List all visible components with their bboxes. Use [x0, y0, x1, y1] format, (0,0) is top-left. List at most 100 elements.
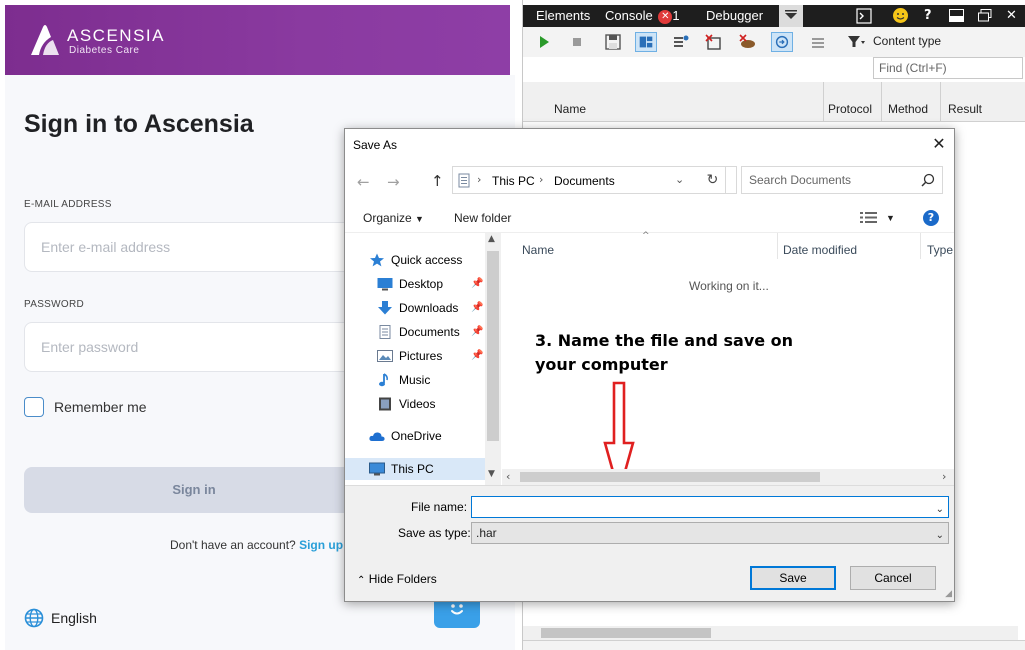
- sign-in-button[interactable]: Sign in: [24, 467, 364, 513]
- refresh-icon[interactable]: ↻: [700, 166, 726, 194]
- close-devtools-icon[interactable]: ✕: [1006, 8, 1017, 23]
- scrollbar-thumb[interactable]: [541, 628, 711, 638]
- tree-item-pictures[interactable]: Pictures 📌: [377, 345, 501, 367]
- tree-label: Videos: [399, 397, 436, 411]
- save-as-dialog: Save As ✕ ← → ↑ › This PC › Documents ⌄ …: [344, 128, 955, 602]
- save-as-type-value: .har: [476, 526, 497, 540]
- loading-status: Working on it...: [689, 279, 769, 293]
- tree-label: OneDrive: [391, 429, 442, 443]
- tree-item-this-pc[interactable]: This PC: [345, 458, 485, 480]
- download-icon: [378, 301, 392, 315]
- tree-item-documents[interactable]: Documents 📌: [377, 321, 501, 343]
- play-icon[interactable]: [533, 32, 555, 52]
- scroll-right-icon[interactable]: ›: [942, 470, 946, 483]
- new-folder-button[interactable]: New folder: [454, 211, 511, 225]
- file-list-horizontal-scrollbar[interactable]: ‹ ›: [502, 469, 954, 485]
- breadcrumb-this-pc[interactable]: This PC: [492, 174, 535, 188]
- navigation-pane-scrollbar[interactable]: ▲ ▼: [485, 233, 501, 485]
- remember-me-checkbox[interactable]: [24, 397, 44, 417]
- globe-icon[interactable]: [24, 608, 44, 628]
- scroll-down-icon[interactable]: ▼: [488, 469, 495, 479]
- col-date-modified[interactable]: Date modified: [783, 243, 857, 257]
- sign-up-link[interactable]: Sign up: [299, 538, 343, 552]
- clear-cookies-icon[interactable]: [806, 32, 828, 52]
- tab-console[interactable]: Console ✕ 1: [605, 8, 680, 24]
- find-input[interactable]: Find (Ctrl+F): [873, 57, 1023, 79]
- content-type-filter[interactable]: Content type: [873, 34, 941, 48]
- console-prompt-icon[interactable]: [856, 8, 872, 24]
- clear-cache-icon[interactable]: [737, 32, 759, 52]
- picture-icon: [377, 350, 393, 362]
- breadcrumb-documents[interactable]: Documents: [554, 174, 615, 188]
- tree-item-music[interactable]: Music: [377, 369, 501, 391]
- save-icon[interactable]: [602, 32, 624, 52]
- network-horizontal-scrollbar[interactable]: [523, 626, 1018, 640]
- brand-header: ASCENSIA Diabetes Care: [5, 5, 510, 75]
- help-icon[interactable]: ?: [923, 210, 939, 226]
- import-icon[interactable]: [635, 32, 657, 52]
- file-name-field[interactable]: ⌄: [471, 496, 949, 518]
- breadcrumb-separator-icon: ›: [477, 173, 482, 186]
- chevron-down-icon[interactable]: ⌄: [675, 173, 684, 186]
- language-selector[interactable]: English: [51, 610, 97, 626]
- scrollbar-thumb[interactable]: [487, 251, 499, 441]
- scrollbar-thumb[interactable]: [520, 472, 820, 482]
- file-list: Name ^ Date modified Type Working on it.…: [502, 231, 954, 498]
- dock-icon[interactable]: [949, 9, 964, 22]
- clear-entries-icon[interactable]: [669, 32, 691, 52]
- instruction-annotation: 3. Name the file and save on your comput…: [535, 331, 794, 374]
- scroll-left-icon[interactable]: ‹: [506, 470, 510, 483]
- help-icon[interactable]: ?: [924, 8, 932, 23]
- save-as-type-select[interactable]: .har ⌄: [471, 522, 949, 544]
- cancel-button[interactable]: Cancel: [850, 566, 936, 590]
- save-options-pane: File name: ⌄ Save as type: .har ⌄ ⌃ Hide…: [345, 485, 954, 601]
- view-options-icon[interactable]: [860, 211, 878, 224]
- always-refresh-icon[interactable]: [771, 32, 793, 52]
- address-bar[interactable]: › This PC › Documents ⌄: [452, 166, 737, 194]
- tree-item-videos[interactable]: Videos: [377, 393, 501, 415]
- tab-debugger[interactable]: Debugger: [706, 8, 763, 23]
- tree-label: Pictures: [399, 349, 443, 363]
- save-button[interactable]: Save: [750, 566, 836, 590]
- up-arrow-icon[interactable]: ↑: [431, 172, 444, 190]
- tree-label: Quick access: [391, 253, 463, 267]
- tree-item-quick-access[interactable]: Quick access: [369, 249, 499, 271]
- tree-item-desktop[interactable]: Desktop 📌: [377, 273, 501, 295]
- col-type[interactable]: Type: [927, 243, 953, 257]
- tab-network[interactable]: [779, 5, 803, 27]
- undock-icon[interactable]: [978, 9, 992, 22]
- col-method[interactable]: Method: [888, 102, 928, 116]
- col-name[interactable]: Name: [554, 102, 586, 116]
- clear-icon[interactable]: [703, 32, 725, 52]
- remember-me-label[interactable]: Remember me: [54, 399, 147, 415]
- col-name[interactable]: Name: [522, 243, 554, 257]
- feedback-smiley-icon[interactable]: [892, 7, 909, 24]
- email-field[interactable]: Enter e-mail address: [24, 222, 364, 272]
- hide-folders-toggle[interactable]: ⌃ Hide Folders: [357, 572, 437, 586]
- stop-icon[interactable]: [566, 32, 588, 52]
- resize-grip-icon[interactable]: ◢: [945, 589, 952, 599]
- console-error-count: 1: [672, 8, 680, 23]
- forward-arrow-icon[interactable]: →: [387, 173, 400, 191]
- tree-item-downloads[interactable]: Downloads 📌: [377, 297, 501, 319]
- tab-elements[interactable]: Elements: [536, 8, 590, 23]
- view-dropdown-icon[interactable]: ▼: [886, 213, 895, 223]
- chevron-down-icon[interactable]: ⌄: [936, 500, 944, 520]
- close-icon[interactable]: ✕: [929, 135, 949, 155]
- filter-icon[interactable]: [847, 35, 865, 49]
- col-protocol[interactable]: Protocol: [828, 102, 872, 116]
- breadcrumb-separator-icon: ›: [539, 173, 544, 186]
- organize-label: Organize: [363, 211, 412, 225]
- search-input[interactable]: Search Documents: [741, 166, 943, 194]
- chevron-down-icon[interactable]: ⌄: [936, 526, 944, 546]
- col-result[interactable]: Result: [948, 102, 982, 116]
- tree-item-onedrive[interactable]: OneDrive: [369, 425, 499, 447]
- password-field[interactable]: Enter password: [24, 322, 364, 372]
- no-account-text: Don't have an account? Sign up: [170, 538, 343, 552]
- scroll-up-icon[interactable]: ▲: [488, 234, 495, 244]
- error-icon: ✕: [658, 10, 673, 24]
- organize-menu[interactable]: Organize ▼: [363, 211, 424, 225]
- back-arrow-icon[interactable]: ←: [357, 173, 370, 191]
- search-icon[interactable]: [921, 173, 935, 187]
- sort-chevron-icon: ^: [642, 231, 650, 241]
